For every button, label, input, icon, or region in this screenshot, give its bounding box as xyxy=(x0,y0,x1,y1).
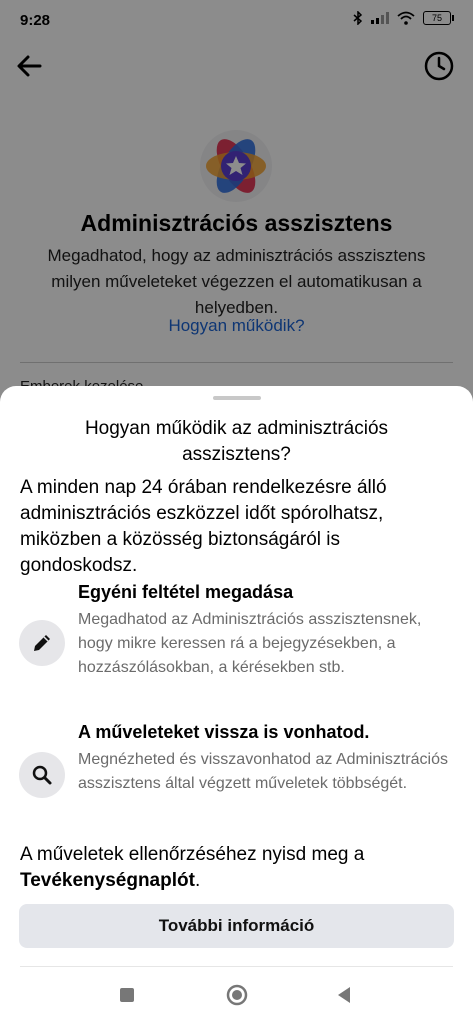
divider xyxy=(20,966,453,967)
sheet-intro: A minden nap 24 órában rendelkezésre áll… xyxy=(20,477,387,576)
bottom-sheet: Hogyan működik az adminisztrációs asszis… xyxy=(0,386,473,1024)
activity-log-suffix: . xyxy=(194,870,201,891)
recents-square-icon[interactable] xyxy=(120,988,134,1002)
back-triangle-icon[interactable] xyxy=(336,986,352,1004)
more-info-button[interactable]: További információ xyxy=(19,904,454,948)
feature-heading: A műveleteket vissza is vonhatod. xyxy=(78,722,370,742)
sheet-drag-handle[interactable] xyxy=(213,396,261,400)
system-nav-bar xyxy=(0,970,473,1024)
sheet-title: Hogyan működik az adminisztrációs asszis… xyxy=(84,418,389,465)
activity-log-link[interactable]: Tevékenységnaplót xyxy=(20,870,195,891)
activity-log-text: A műveletek ellenőrzéséhez nyisd meg a T… xyxy=(20,842,453,894)
activity-log-prefix: A műveletek ellenőrzéséhez nyisd meg a xyxy=(20,844,365,865)
feature-body: Megnézheted és visszavonhatod az Adminis… xyxy=(78,751,448,792)
home-circle-icon[interactable] xyxy=(226,984,248,1006)
feature-heading: Egyéni feltétel megadása xyxy=(78,582,294,602)
feature-body: Megadhatod az Adminisztrációs assziszten… xyxy=(78,611,422,676)
search-icon xyxy=(19,752,65,798)
pencil-icon xyxy=(19,620,65,666)
